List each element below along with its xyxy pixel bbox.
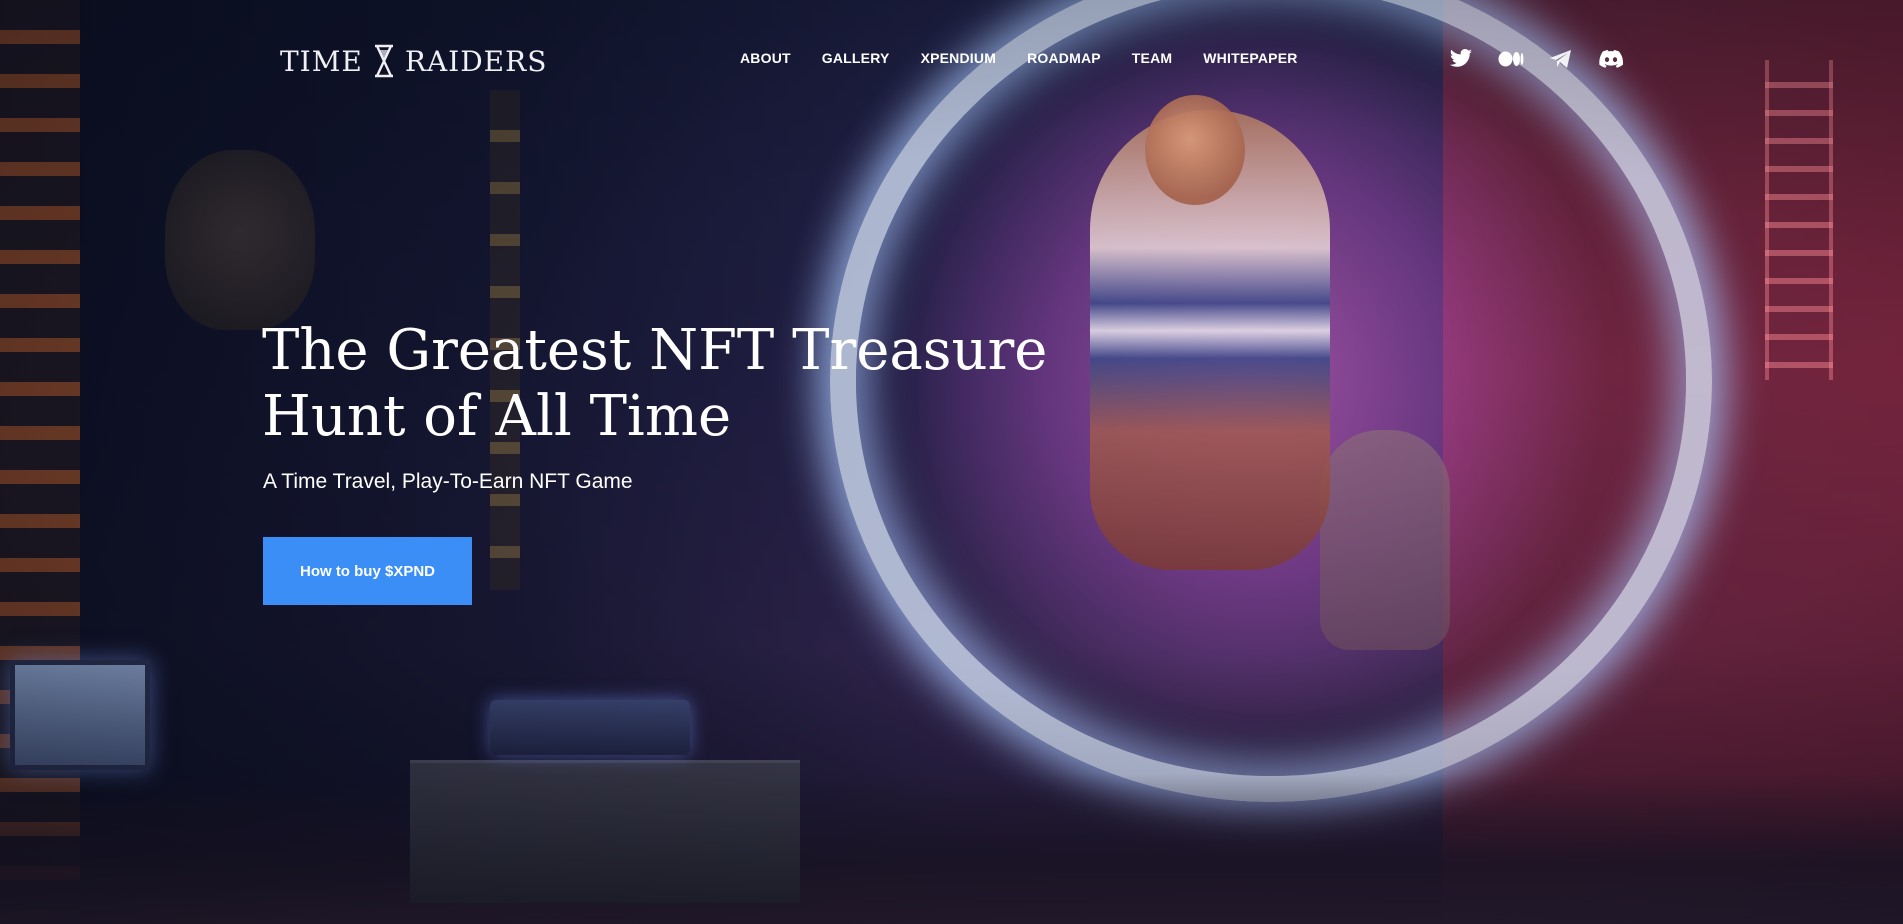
nav-item-xpendium[interactable]: XPENDIUM xyxy=(921,50,997,66)
how-to-buy-button[interactable]: How to buy $XPND xyxy=(263,537,472,605)
medium-icon[interactable] xyxy=(1498,46,1524,72)
logo-text-left: TIME xyxy=(280,44,363,78)
vignette-overlay xyxy=(0,0,1903,924)
nav-item-whitepaper[interactable]: WHITEPAPER xyxy=(1203,50,1297,66)
nav-item-gallery[interactable]: GALLERY xyxy=(822,50,890,66)
telegram-icon[interactable] xyxy=(1548,46,1574,72)
top-navbar: TIME RAIDERS ABOUT GALLERY XPENDIUM ROAD… xyxy=(0,0,1903,120)
nav-item-about[interactable]: ABOUT xyxy=(740,50,791,66)
twitter-icon[interactable] xyxy=(1448,46,1474,72)
social-links xyxy=(1448,46,1624,72)
site-logo[interactable]: TIME RAIDERS xyxy=(280,44,547,78)
nav-item-team[interactable]: TEAM xyxy=(1132,50,1172,66)
hourglass-icon xyxy=(373,44,395,78)
hero-title-line: The Greatest NFT Treasure xyxy=(262,318,1048,383)
hero-section: TIME RAIDERS ABOUT GALLERY XPENDIUM ROAD… xyxy=(0,0,1903,924)
hero-subtitle: A Time Travel, Play-To-Earn NFT Game xyxy=(263,470,633,493)
main-menu: ABOUT GALLERY XPENDIUM ROADMAP TEAM WHIT… xyxy=(740,50,1298,66)
logo-text-right: RAIDERS xyxy=(404,44,548,78)
discord-icon[interactable] xyxy=(1598,46,1624,72)
nav-item-roadmap[interactable]: ROADMAP xyxy=(1027,50,1101,66)
hero-title: The Greatest NFT Treasure Hunt of All Ti… xyxy=(262,318,1062,450)
hero-title-line: Hunt of All Time xyxy=(262,384,732,449)
